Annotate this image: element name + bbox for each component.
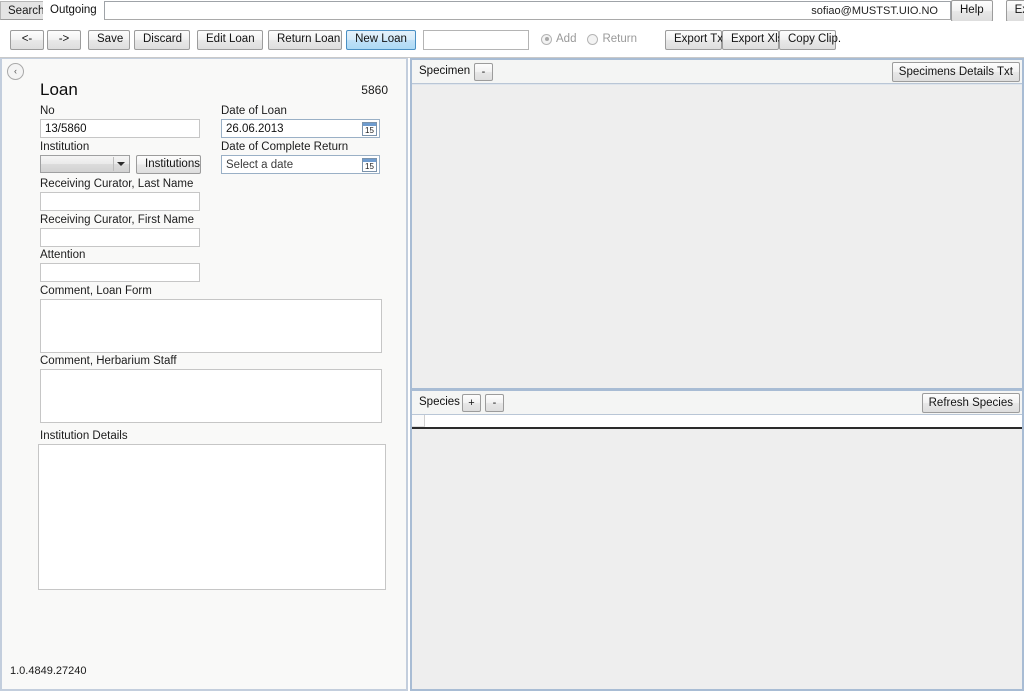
date-complete-return-value: Select a date [226, 159, 294, 171]
radio-return-icon [587, 33, 599, 45]
species-pane: Species + - Refresh Species [410, 389, 1024, 691]
export-txt-button[interactable]: Export Txt [665, 30, 726, 50]
barcode-input[interactable] [423, 30, 529, 50]
specimen-list[interactable] [412, 84, 1022, 388]
new-loan-button[interactable]: New Loan [346, 30, 416, 50]
refresh-species-button[interactable]: Refresh Species [921, 393, 1020, 413]
top-buttons: Help Exit [951, 0, 1024, 22]
radio-add[interactable]: Add [541, 33, 576, 45]
comment-loan-form-textarea[interactable] [40, 299, 382, 353]
date-complete-return-field[interactable]: Select a date 15 [221, 155, 380, 174]
exit-button[interactable]: Exit [1005, 0, 1024, 22]
tab-strip-filler: sofiao@MUSTST.UIO.NO [104, 1, 951, 20]
label-date-complete-return: Date of Complete Return [221, 141, 349, 153]
label-comment-herbarium-staff: Comment, Herbarium Staff [40, 355, 177, 367]
date-of-loan-field[interactable]: 26.06.2013 15 [221, 119, 380, 138]
radio-return[interactable]: Return [587, 33, 637, 45]
comment-herbarium-staff-textarea[interactable] [40, 369, 382, 423]
loan-id-label: 5860 [361, 83, 388, 97]
species-pane-title: Species [419, 396, 460, 408]
add-return-radio-group: Add Return [541, 33, 637, 45]
radio-add-icon [541, 33, 552, 45]
curator-last-name-field[interactable] [40, 192, 200, 211]
label-no: No [40, 105, 55, 117]
edit-loan-button[interactable]: Edit Loan [197, 30, 263, 50]
institution-details-textarea[interactable] [38, 444, 386, 590]
calendar-icon-day: 15 [365, 126, 374, 135]
main-toolbar: <- -> Save Discard Edit Loan Return Loan… [0, 21, 1024, 58]
species-remove-button[interactable]: - [485, 394, 504, 412]
right-panel: Specimen - Specimens Details Txt Species… [410, 58, 1024, 691]
save-button[interactable]: Save [88, 30, 130, 50]
specimen-pane: Specimen - Specimens Details Txt [410, 58, 1024, 390]
return-loan-button[interactable]: Return Loan [268, 30, 342, 50]
collapse-panel-icon[interactable]: ‹ [7, 63, 24, 80]
discard-button[interactable]: Discard [134, 30, 190, 50]
species-grid[interactable] [412, 415, 1022, 689]
specimen-pane-title: Specimen [419, 65, 471, 77]
loan-no-field[interactable]: 13/5860 [40, 119, 200, 138]
label-comment-loan-form: Comment, Loan Form [40, 285, 152, 297]
curator-first-name-field[interactable] [40, 228, 200, 247]
export-xls-button[interactable]: Export Xls [722, 30, 783, 50]
specimen-remove-button[interactable]: - [474, 63, 493, 81]
species-pane-header: Species + - Refresh Species [412, 391, 1022, 415]
species-grid-row-header-cell[interactable] [412, 415, 425, 427]
label-curator-last-name: Receiving Curator, Last Name [40, 178, 194, 190]
radio-add-label: Add [556, 33, 577, 45]
label-date-of-loan: Date of Loan [221, 105, 287, 117]
previous-record-button[interactable]: <- [10, 30, 44, 50]
calendar-icon-2[interactable]: 15 [362, 158, 377, 172]
label-curator-first-name: Receiving Curator, First Name [40, 214, 195, 226]
version-label: 1.0.4849.27240 [10, 665, 87, 677]
label-institution-details: Institution Details [40, 430, 128, 442]
date-of-loan-value: 26.06.2013 [226, 123, 284, 135]
specimen-list-divider [412, 84, 1022, 85]
species-grid-header-row[interactable] [412, 415, 1022, 429]
calendar-icon-2-day: 15 [365, 162, 374, 171]
attention-field[interactable] [40, 263, 200, 282]
page-title: Loan [40, 80, 78, 99]
loan-form-panel: ‹ Loan 5860 No 13/5860 Institution Insti… [0, 58, 408, 691]
combo-separator [113, 157, 114, 171]
specimen-pane-header: Specimen - Specimens Details Txt [412, 60, 1022, 84]
specimens-details-txt-button[interactable]: Specimens Details Txt [891, 62, 1020, 82]
label-institution: Institution [40, 141, 90, 153]
chevron-down-icon [117, 162, 125, 166]
next-record-button[interactable]: -> [47, 30, 81, 50]
institutions-button[interactable]: Institutions [136, 155, 201, 174]
current-user-label: sofiao@MUSTST.UIO.NO [811, 5, 938, 17]
calendar-icon[interactable]: 15 [362, 122, 377, 136]
label-attention: Attention [40, 249, 86, 261]
tab-strip: Search Outgoing sofiao@MUSTST.UIO.NO Hel… [0, 0, 1024, 22]
help-button[interactable]: Help [951, 0, 993, 22]
institution-dropdown[interactable] [40, 155, 130, 173]
species-add-button[interactable]: + [462, 394, 481, 412]
tab-outgoing[interactable]: Outgoing [43, 0, 104, 21]
copy-clipboard-button[interactable]: Copy Clip. [779, 30, 841, 50]
radio-return-label: Return [602, 33, 637, 45]
